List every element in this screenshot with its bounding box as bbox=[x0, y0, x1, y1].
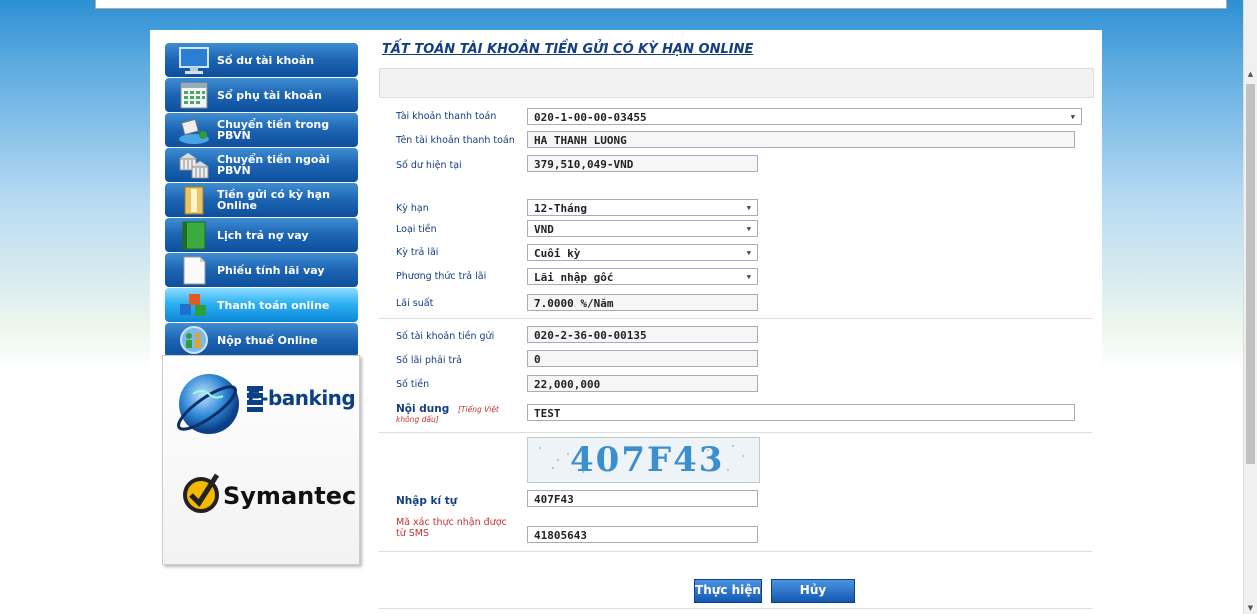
vertical-scrollbar[interactable]: ▲ ▼ bbox=[1243, 0, 1257, 614]
address-bar[interactable] bbox=[95, 0, 1227, 9]
monitor-icon bbox=[177, 45, 211, 75]
interest-period-value: Cuối kỳ bbox=[534, 247, 581, 260]
menu-item-account-statement[interactable]: Sổ phụ tài khoản bbox=[165, 78, 358, 112]
symantec-text: Symantec bbox=[223, 482, 357, 510]
captcha-input-label: Nhập kí tự bbox=[396, 495, 458, 507]
content-input[interactable]: TEST bbox=[527, 404, 1075, 421]
interest-method-select[interactable]: Lãi nhập gốc ▼ bbox=[527, 268, 758, 285]
scroll-thumb[interactable] bbox=[1246, 84, 1255, 464]
amount-label: Số tiền bbox=[396, 379, 430, 390]
menu-item-loan-interest[interactable]: Phiếu tính lãi vay bbox=[165, 253, 358, 287]
divider bbox=[379, 551, 1092, 552]
menu-label: Chuyển tiền trong PBVN bbox=[217, 118, 330, 142]
currency-value: VND bbox=[534, 223, 554, 236]
submit-button[interactable]: Thực hiện bbox=[694, 579, 762, 603]
menu-label: Phiếu tính lãi vay bbox=[217, 263, 325, 277]
message-bar bbox=[379, 68, 1094, 98]
menu-label: Chuyển tiền ngoài PBVN bbox=[217, 153, 330, 177]
transfer-icon bbox=[177, 115, 211, 145]
interest-period-label: Kỳ trả lãi bbox=[396, 247, 439, 258]
menu-item-tax-payment[interactable]: Nộp thuế Online bbox=[165, 323, 358, 357]
dropdown-arrow-icon: ▼ bbox=[746, 204, 751, 212]
calendar-icon bbox=[177, 80, 211, 110]
interest-due-label: Số lãi phải trả bbox=[396, 355, 462, 366]
document-icon bbox=[177, 255, 211, 285]
menu-item-external-transfer[interactable]: Chuyển tiền ngoài PBVN bbox=[165, 148, 358, 182]
dropdown-arrow-icon: ▼ bbox=[746, 225, 751, 233]
dropdown-arrow-icon: ▼ bbox=[1070, 113, 1075, 121]
term-select[interactable]: 12-Tháng ▼ bbox=[527, 199, 758, 216]
interest-period-select[interactable]: Cuối kỳ ▼ bbox=[527, 244, 758, 261]
side-menu: Số dư tài khoản Sổ phụ tài khoản Chuyển … bbox=[165, 43, 358, 358]
sms-code-label: Mã xác thực nhận được từ SMS bbox=[396, 517, 507, 539]
rate-label: Lãi suất bbox=[396, 298, 434, 309]
page-title: TẤT TOÁN TÀI KHOẢN TIỀN GỬI CÓ KỲ HẠN ON… bbox=[382, 42, 754, 57]
brand-panel: E-banking Symantec bbox=[162, 355, 360, 565]
rate-field[interactable]: 7.0000 %/Năm bbox=[527, 294, 758, 311]
menu-item-loan-schedule[interactable]: Lịch trả nợ vay bbox=[165, 218, 358, 252]
payment-account-label: Tài khoản thanh toán bbox=[396, 111, 497, 122]
content-hint: [Tiếng Việt không dấu] bbox=[396, 405, 499, 424]
blocks-icon bbox=[177, 290, 211, 320]
menu-label: Nộp thuế Online bbox=[217, 333, 318, 347]
menu-label: Số dư tài khoản bbox=[217, 53, 315, 67]
people-icon bbox=[177, 325, 211, 355]
notebook-icon bbox=[177, 220, 211, 250]
interest-method-label: Phương thức trả lãi bbox=[396, 271, 487, 282]
menu-label: Thanh toán online bbox=[217, 298, 330, 312]
account-name-label: Tên tài khoản thanh toán bbox=[396, 135, 515, 146]
amount-field[interactable]: 22,000,000 bbox=[527, 375, 758, 392]
check-icon bbox=[183, 473, 220, 513]
bank-icon bbox=[177, 150, 211, 180]
captcha-input[interactable]: 407F43 bbox=[527, 490, 758, 507]
menu-item-term-deposit[interactable]: Tiền gửi có kỳ hạn Online bbox=[165, 183, 358, 217]
captcha-text: 407F43 bbox=[570, 440, 725, 480]
menu-item-online-payment[interactable]: Thanh toán online bbox=[165, 288, 358, 322]
scroll-up-icon[interactable]: ▲ bbox=[1244, 68, 1257, 80]
dropdown-arrow-icon: ▼ bbox=[746, 273, 751, 281]
balance-label: Số dư hiện tại bbox=[396, 160, 462, 171]
currency-select[interactable]: VND ▼ bbox=[527, 220, 758, 237]
term-value: 12-Tháng bbox=[534, 202, 587, 215]
menu-item-account-balance[interactable]: Số dư tài khoản bbox=[165, 43, 358, 77]
dropdown-arrow-icon: ▼ bbox=[746, 249, 751, 257]
scroll-down-icon[interactable]: ▼ bbox=[1244, 602, 1257, 614]
payment-account-select[interactable]: 020-1-00-00-03455 ▼ bbox=[527, 108, 1082, 125]
cancel-button[interactable]: Hủy bbox=[771, 579, 855, 603]
payment-account-value: 020-1-00-00-03455 bbox=[534, 111, 647, 124]
deposit-account-field[interactable]: 020-2-36-00-00135 bbox=[527, 326, 758, 343]
interest-method-value: Lãi nhập gốc bbox=[534, 271, 614, 284]
globe-icon bbox=[177, 374, 239, 434]
menu-label: Tiền gửi có kỳ hạn Online bbox=[217, 188, 331, 212]
menu-label: Sổ phụ tài khoản bbox=[217, 88, 322, 102]
divider bbox=[379, 432, 1092, 433]
ebanking-text: E-banking bbox=[247, 386, 356, 410]
balance-field[interactable]: 379,510,049-VND bbox=[527, 155, 758, 172]
deposit-account-label: Số tài khoản tiền gửi bbox=[396, 331, 495, 342]
term-label: Kỳ hạn bbox=[396, 203, 429, 214]
folder-icon bbox=[177, 185, 211, 215]
account-name-field[interactable]: HA THANH LUONG bbox=[527, 131, 1075, 148]
menu-label: Lịch trả nợ vay bbox=[217, 228, 309, 242]
currency-label: Loại tiền bbox=[396, 224, 437, 235]
sms-code-input[interactable]: 41805643 bbox=[527, 526, 758, 543]
captcha-image: 407F43 bbox=[527, 437, 760, 483]
divider bbox=[379, 608, 1092, 609]
divider bbox=[379, 318, 1092, 319]
interest-due-field[interactable]: 0 bbox=[527, 350, 758, 367]
menu-item-internal-transfer[interactable]: Chuyển tiền trong PBVN bbox=[165, 113, 358, 147]
